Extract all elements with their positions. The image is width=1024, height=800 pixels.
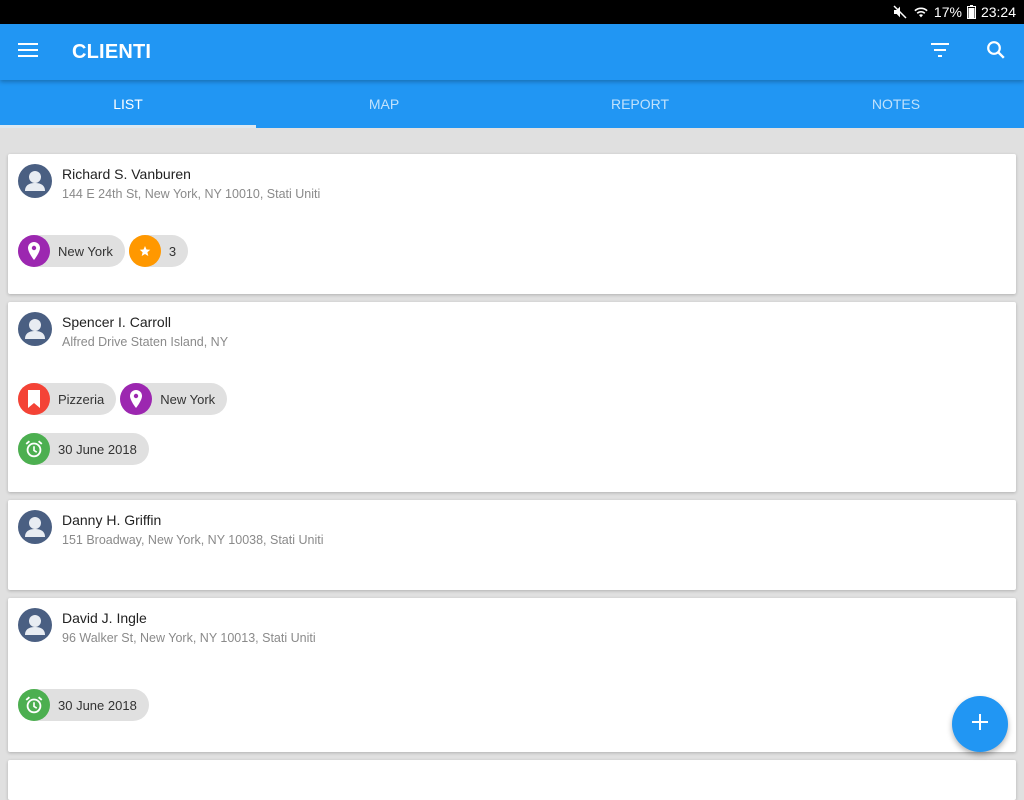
reminder-chip[interactable]: 30 June 2018 (18, 689, 149, 721)
filter-icon (931, 42, 949, 62)
star-icon (128, 235, 161, 267)
search-button[interactable] (968, 24, 1024, 80)
chip-label: 30 June 2018 (58, 697, 137, 713)
client-card[interactable]: Richard S. Vanburen 144 E 24th St, New Y… (8, 154, 1016, 294)
client-address: 96 Walker St, New York, NY 10013, Stati … (62, 631, 316, 645)
person-icon (25, 171, 45, 191)
menu-icon (18, 42, 38, 63)
avatar (18, 164, 52, 198)
client-card[interactable]: Danny H. Griffin 151 Broadway, New York,… (8, 500, 1016, 590)
person-icon (25, 615, 45, 635)
avatar (18, 608, 52, 642)
person-icon (25, 319, 45, 339)
alarm-icon (18, 689, 50, 721)
battery-percent: 17% (933, 4, 962, 20)
person-icon (25, 517, 45, 537)
tab-list[interactable]: LIST (0, 80, 256, 128)
location-pin-icon (18, 235, 50, 267)
avatar (18, 312, 52, 346)
client-address: Alfred Drive Staten Island, NY (62, 335, 229, 349)
tab-map[interactable]: MAP (256, 80, 512, 128)
location-chip[interactable]: New York (18, 235, 125, 267)
category-chip[interactable]: Pizzeria (18, 383, 117, 415)
chip-label: 3 (168, 243, 177, 259)
tab-bar: LIST MAP REPORT NOTES (0, 80, 1024, 128)
tab-notes[interactable]: NOTES (768, 80, 1024, 128)
alarm-icon (18, 433, 50, 465)
mute-icon (892, 4, 908, 20)
menu-button[interactable] (0, 24, 56, 80)
client-address: 151 Broadway, New York, NY 10038, Stati … (62, 533, 324, 547)
client-name: Richard S. Vanburen (62, 166, 191, 182)
client-card[interactable]: David J. Ingle 96 Walker St, New York, N… (8, 598, 1016, 752)
location-pin-icon (120, 383, 153, 415)
rating-chip[interactable]: 3 (128, 235, 189, 267)
client-name: David J. Ingle (62, 610, 147, 626)
client-name: Spencer I. Carroll (62, 314, 171, 330)
app-bar: CLIENTI (0, 24, 1024, 80)
client-name: Danny H. Griffin (62, 512, 162, 528)
location-chip[interactable]: New York (120, 383, 228, 415)
page-title: CLIENTI (72, 40, 152, 63)
wifi-icon (913, 4, 929, 20)
chip-label: New York (160, 391, 216, 407)
avatar (18, 510, 52, 544)
clock: 23:24 (980, 4, 1016, 20)
add-client-button[interactable] (952, 696, 1008, 752)
chip-label: 30 June 2018 (58, 441, 137, 457)
filter-button[interactable] (912, 24, 968, 80)
client-card[interactable] (8, 760, 1016, 800)
client-card[interactable]: Spencer I. Carroll Alfred Drive Staten I… (8, 302, 1016, 492)
client-list: Richard S. Vanburen 144 E 24th St, New Y… (0, 128, 1024, 800)
bookmark-icon (18, 383, 50, 415)
tab-report[interactable]: REPORT (512, 80, 768, 128)
reminder-chip[interactable]: 30 June 2018 (18, 433, 149, 465)
status-bar: 17% 23:24 (0, 0, 1024, 24)
battery-icon (966, 5, 976, 19)
add-icon (972, 713, 988, 735)
client-address: 144 E 24th St, New York, NY 10010, Stati… (62, 187, 321, 201)
chip-label: New York (58, 243, 113, 259)
chip-label: Pizzeria (58, 391, 105, 407)
search-icon (986, 40, 1006, 65)
